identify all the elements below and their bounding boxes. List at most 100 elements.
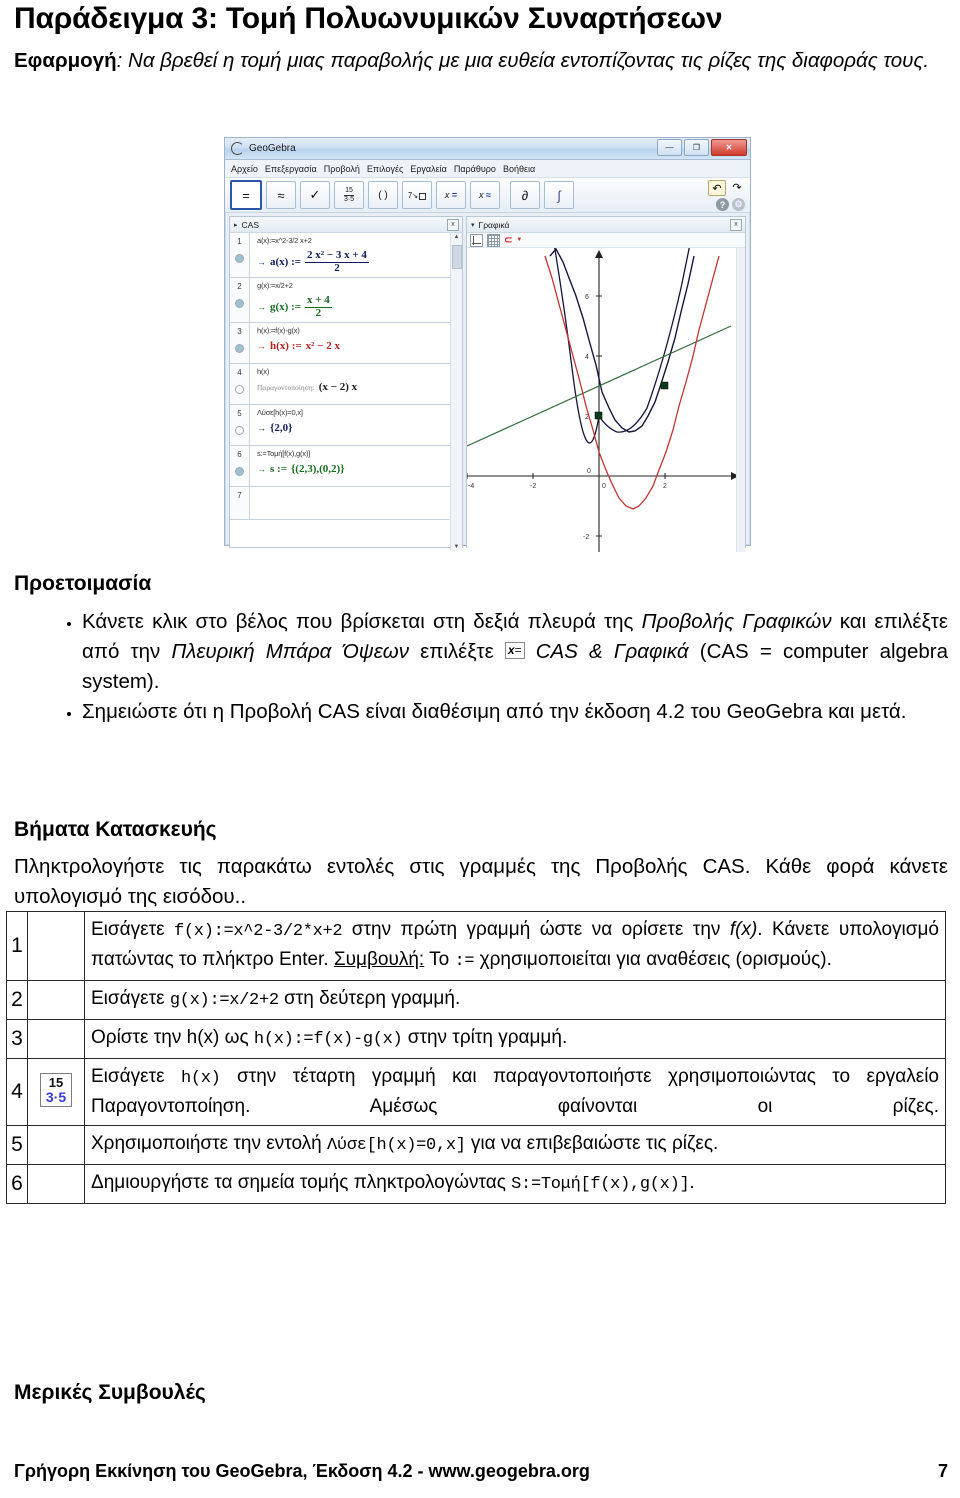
cas-row-marble-icon[interactable] [235,254,244,263]
tool-factor-button[interactable]: 15 3·5 [334,181,364,209]
step-description: Δημιουργήστε τα σημεία τομής πληκτρολογώ… [84,1164,946,1204]
help-icon[interactable]: ? [716,198,729,211]
show-axes-icon[interactable] [470,233,483,247]
menu-item-window[interactable]: Παράθυρο [454,164,496,174]
menu-item-file[interactable]: Αρχείο [231,164,258,174]
cas-row-number: 4 [237,368,242,378]
cas-output-fraction: 2 x² − 3 x + 4 2 [305,249,369,274]
graphics-collapse-icon[interactable]: ▾ [471,221,475,229]
cas-output-label: a(x) := [270,256,302,269]
tool-keep-input-button[interactable]: ✓ [300,181,330,209]
step-icon-cell [27,911,85,981]
preparation-bullet-2: Σημειώστε ότι η Προβολή CAS είναι διαθέσ… [82,697,948,727]
menu-item-options[interactable]: Επιλογές [367,164,403,174]
cas-row-input[interactable]: a(x):=x^2-3/2 x+2 [257,236,451,245]
tool-numeric-button[interactable]: ≈ [266,181,296,209]
cas-row-number: 1 [237,237,242,246]
cas-row-number: 5 [237,409,242,419]
step4-code-1: h(x) [180,1069,221,1088]
cas-row-input[interactable]: h(x) [257,367,451,376]
cas-output-expression: {2,0} [270,422,293,435]
cas-row[interactable]: 1 a(x):=x^2-3/2 x+2 → a(x) := 2 x² − 3 x… [230,233,451,279]
substitute-box-icon [419,192,427,200]
svg-text:0: 0 [602,483,606,490]
undo-icon[interactable]: ↶ [708,180,726,196]
cas-row[interactable]: 4 h(x) Παραγοντοποίηση: (x − 2) x [230,364,451,406]
application-label: Εφαρμογή [14,49,117,72]
maximize-button[interactable]: ❐ [684,139,709,156]
cas-row-input[interactable]: h(x):=f(x)-g(x) [257,326,451,335]
tool-solve-button[interactable]: x = [436,181,466,209]
cas-row-output: Παραγοντοποίηση: (x − 2) x [257,381,451,393]
cas-output-denominator: 2 [334,261,340,274]
table-row: 2 Εισάγετε g(x):=x/2+2 στη δεύτερη γραμμ… [6,980,946,1020]
cas-collapse-icon[interactable]: ▸ [234,221,238,229]
step-icon-cell [27,1125,85,1165]
cas-row-number: 7 [237,491,242,501]
step-number: 5 [6,1125,28,1165]
tool-expand-button[interactable]: ( ) [368,181,398,209]
cas-row[interactable]: 2 g(x):=x/2+2 → g(x) := x + 4 2 [230,278,451,324]
cas-row-output: → h(x) := x² − 2 x [257,340,451,352]
scroll-down-icon[interactable]: ▼ [451,544,462,550]
prep-b1-text-3: επιλέξτε [408,640,505,663]
cas-row-output: → s := {(2,3),(0,2)} [257,463,451,475]
cas-panel-close-icon[interactable]: x [447,219,459,231]
cas-panel-header: ▸ CAS x [230,217,462,233]
tool-expand-label: ( ) [378,189,388,201]
svg-text:-2: -2 [583,534,589,541]
minimize-button[interactable]: — [657,139,682,156]
cas-view-icon: x= [504,642,525,660]
cas-scrollbar-thumb[interactable] [452,245,462,269]
cas-row-input[interactable]: Λύσε[h(x)=0,x] [257,408,451,417]
cas-row-marble-icon[interactable] [235,467,244,477]
application-line: Εφαρμογή: Να βρεθεί η τομή μιας παραβολή… [14,46,948,75]
graphics-panel-close-icon[interactable]: x [730,219,742,231]
construction-intro: Πληκτρολογήστε τις παρακάτω εντολές στις… [14,855,948,908]
step1-underline-1: Συμβουλή: [333,949,425,970]
cas-output-label: Παραγοντοποίηση: [257,382,315,392]
cas-row-gutter: 1 [230,233,250,278]
gear-icon[interactable]: ⚙ [732,198,745,211]
step5-text-1: Χρησιμοποιήστε την εντολή [91,1133,328,1154]
cas-row-marble-icon[interactable] [235,426,244,436]
factorize-tool-icon[interactable]: 15 3·5 [39,1073,73,1107]
cas-scrollbar[interactable]: ▲ ▼ [450,233,462,551]
y-axis-arrow-icon [595,250,603,258]
tool-evaluate-button[interactable]: = [230,180,262,210]
cas-row-gutter: 7 [230,487,250,520]
step1-text-4: Το [424,949,455,970]
close-button[interactable]: ✕ [711,139,747,156]
cas-row-marble-icon[interactable] [235,344,244,354]
step-number: 6 [6,1164,28,1204]
show-grid-icon[interactable] [487,233,500,247]
cas-row[interactable]: 5 Λύσε[h(x)=0,x] → {2,0} [230,405,451,447]
cas-row-marble-icon[interactable] [235,385,244,395]
cas-row-input[interactable]: g(x):=x/2+2 [257,281,451,290]
cas-row-marble-icon[interactable] [235,299,244,309]
cas-row[interactable]: 7 [230,487,451,521]
cas-output-numerator: 2 x² − 3 x + 4 [305,249,369,263]
scroll-up-icon[interactable]: ▲ [451,234,462,240]
redo-icon[interactable]: ↷ [729,180,745,194]
plot-area[interactable]: -4 -2 0 2 6 4 2 0 -2 [467,248,745,552]
menu-item-help[interactable]: Βοήθεια [503,164,535,174]
cas-row-input[interactable]: s:=Τομή[f(x),g(x)] [257,449,451,458]
window-controls: — ❐ ✕ [657,139,747,156]
tool-derivative-button[interactable]: ∂ [510,181,540,209]
graphics-scrollbar[interactable] [736,248,745,552]
tool-substitute-button[interactable]: 7↘ [402,181,432,209]
cas-row[interactable]: 3 h(x):=f(x)-g(x) → h(x) := x² − 2 x [230,323,451,365]
cas-output-expression: (x − 2) x [318,381,358,394]
cas-row[interactable]: 6 s:=Τομή[f(x),g(x)] → s := {(2,3),(0,2)… [230,446,451,488]
tool-solve-numeric-button[interactable]: x ≈ [470,181,500,209]
menu-item-view[interactable]: Προβολή [324,164,360,174]
menu-item-tools[interactable]: Εργαλεία [410,164,447,174]
graphics-panel-header: ▾ Γραφικά x [467,217,745,233]
tool-integral-button[interactable]: ∫ [544,181,574,209]
chevron-down-icon[interactable]: ▼ [516,237,522,243]
page-title: Παράδειγμα 3: Τομή Πολυωνυμικών Συναρτήσ… [14,2,723,35]
style-bar-icon[interactable]: ⊂ [504,235,512,246]
cas-row-output: → {2,0} [257,422,451,434]
menu-item-edit[interactable]: Επεξεργασία [265,164,317,174]
